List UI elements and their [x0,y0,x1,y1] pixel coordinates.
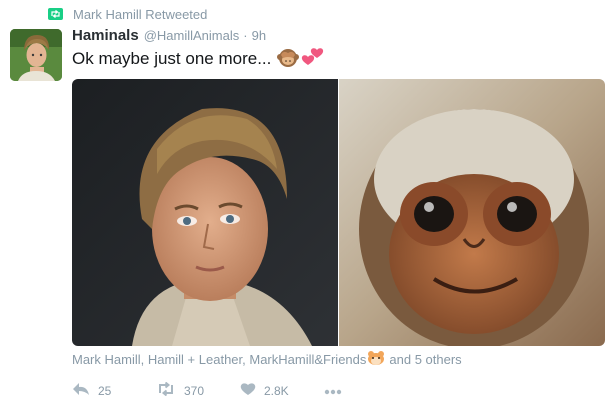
see-no-evil-monkey-emoji [277,46,300,73]
liked-by-others[interactable]: and 5 others [389,352,461,367]
reply-button[interactable]: 25 [72,382,156,401]
reply-count: 25 [98,384,112,398]
more-button[interactable] [324,382,342,400]
luke-portrait-image[interactable] [72,79,338,346]
retweet-button[interactable]: 370 [156,381,240,401]
heart-icon [240,382,256,401]
retweet-count: 370 [184,384,205,398]
liked-by: Mark Hamill, Hamill + Leather, MarkHamil… [72,350,462,368]
more-dots-icon [324,382,342,400]
monkey-portrait-image[interactable] [339,79,605,346]
tweet-text: Ok maybe just one more... [72,49,272,68]
display-name[interactable]: Haminals [72,27,139,44]
reply-icon [72,382,90,401]
retweet-label[interactable]: Mark Hamill Retweeted [73,7,207,22]
retweet-context: Mark Hamill Retweeted [48,5,207,23]
avatar[interactable] [10,29,62,81]
screen-name[interactable]: @HamillAnimals [144,28,240,43]
liked-by-names[interactable]: Mark Hamill, Hamill + Leather, MarkHamil… [72,352,366,367]
tweet-body: Ok maybe just one more... [72,46,325,72]
media-grid [72,79,605,346]
hamster-emoji [367,350,385,369]
two-hearts-emoji [301,46,325,73]
retweet-icon [48,8,63,20]
tweet-header: Haminals @HamillAnimals · 9h [72,27,266,45]
timestamp[interactable]: 9h [252,28,266,43]
retweet-icon [156,381,176,401]
tweet-actions: 25 370 2.8K [72,380,342,402]
like-button[interactable]: 2.8K [240,382,324,401]
header-separator: · [243,28,248,43]
like-count: 2.8K [264,384,289,398]
